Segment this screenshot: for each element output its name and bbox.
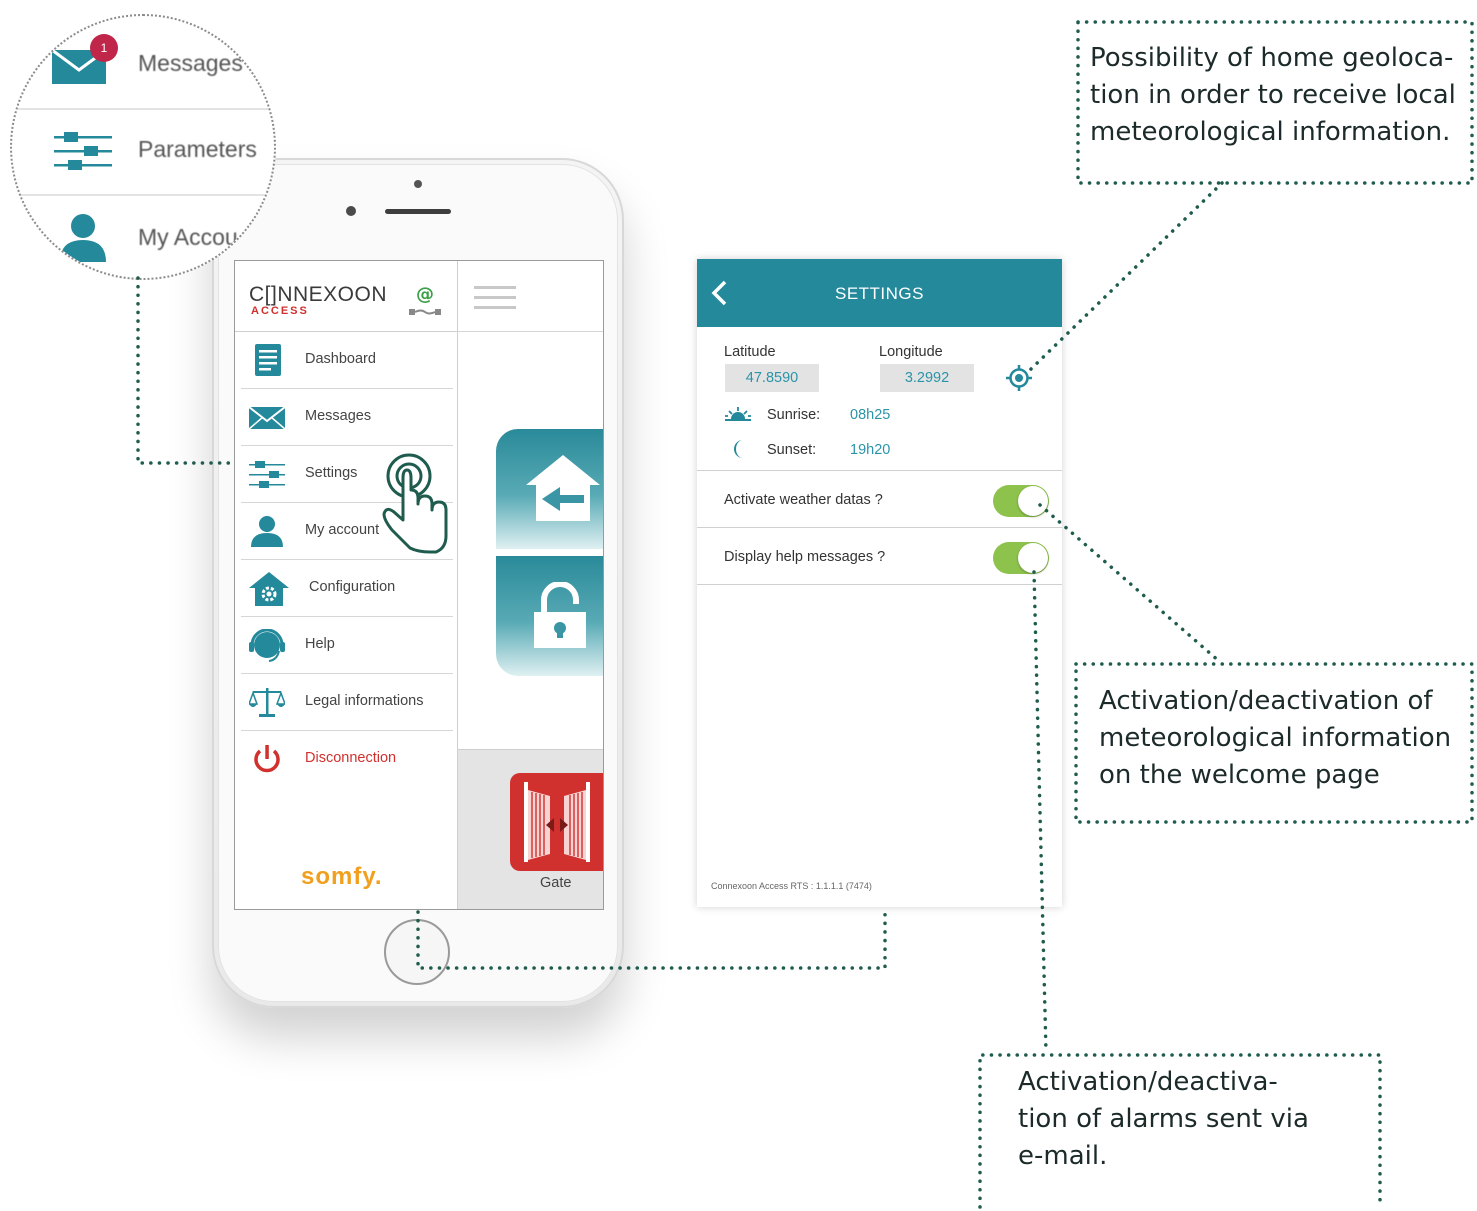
longitude-field[interactable]: 3.2992 [880, 364, 974, 392]
zoom-magnifier: 1 Messages Parameters My Accou [10, 14, 276, 280]
divider-weather [697, 527, 1062, 528]
latitude-field[interactable]: 47.8590 [725, 364, 819, 392]
zoom-divider-2 [12, 194, 274, 196]
power-icon [249, 743, 285, 775]
dashboard-icon [249, 344, 285, 376]
longitude-label: Longitude [879, 344, 943, 360]
callout-geo-line-3: meteorological information. [1090, 117, 1451, 147]
hamburger-icon[interactable] [474, 286, 516, 310]
house-arrow-icon [526, 455, 600, 521]
weather-toggle-knob [1018, 486, 1048, 516]
menu-label-my-account: My account [305, 522, 380, 538]
menu-item-help[interactable]: Help [241, 617, 453, 674]
settings-title: SETTINGS [834, 284, 924, 303]
gate-tile[interactable] [510, 773, 603, 871]
menu-label-dashboard: Dashboard [305, 351, 376, 367]
header-divider [458, 331, 603, 332]
house-gear-icon [249, 572, 289, 606]
phone-front-camera [346, 206, 356, 216]
sunset-label: Sunset: [767, 442, 817, 458]
settings-panel: SETTINGS Latitude 47.8590 Longitude 3.29… [697, 259, 1062, 907]
zoom-label-messages: Messages [138, 50, 243, 76]
menu-label-legal-informations: Legal informations [305, 693, 424, 709]
help-toggle-knob [1018, 543, 1048, 573]
callout-geo-line-1: Possibility of home geoloca- [1090, 43, 1454, 73]
menu-label-configuration: Configuration [309, 579, 396, 595]
sliders-icon [249, 458, 285, 490]
user-icon [58, 212, 108, 267]
menu-item-legal-informations[interactable]: Legal informations [241, 674, 453, 731]
zoom-label-parameters: Parameters [138, 136, 257, 162]
tile-house[interactable] [496, 429, 603, 549]
callout-geo-line-2: tion in order to receive local [1090, 80, 1456, 110]
settings-header: SETTINGS [697, 259, 1062, 327]
moon-icon [730, 439, 750, 459]
menu-item-settings[interactable]: Settings [241, 446, 453, 503]
callout-alarms-line-3: e-mail. [1018, 1141, 1108, 1171]
help-toggle-label: Display help messages ? [724, 549, 886, 565]
sunset-value: 19h20 [850, 442, 891, 458]
sunrise-icon [725, 405, 751, 423]
svg-text:@: @ [416, 284, 434, 305]
weather-toggle[interactable] [993, 485, 1049, 517]
callout-alarms-line-1: Activation/deactiva- [1018, 1067, 1278, 1097]
zoom-divider-1 [12, 108, 274, 110]
callout-geolocation: Possibility of home geoloca- tion in ord… [1090, 40, 1460, 151]
weather-toggle-label: Activate weather datas ? [724, 492, 883, 508]
crosshair-icon[interactable] [1006, 365, 1032, 391]
menu-label-messages: Messages [305, 408, 372, 424]
at-icon: @ [407, 283, 443, 317]
divider-help [697, 584, 1062, 585]
menu-item-my-account[interactable]: My account [241, 503, 453, 560]
menu-label-help: Help [305, 636, 335, 652]
app-screen: C[]NNEXOON ACCESS @ Dashboard Messages S… [234, 260, 604, 910]
version-text: Connexoon Access RTS : 1.1.1.1 (7474) [711, 881, 872, 891]
menu-label-disconnection: Disconnection [305, 750, 397, 766]
help-toggle[interactable] [993, 542, 1049, 574]
menu-label-settings: Settings [305, 465, 358, 481]
callout-weather: Activation/deactivation of meteorologica… [1099, 683, 1464, 794]
envelope-icon [248, 401, 286, 433]
callout-weather-line-2: meteorological information [1099, 723, 1452, 753]
latitude-label: Latitude [724, 344, 776, 360]
brand-subtitle: ACCESS [251, 305, 309, 317]
headset-icon [249, 628, 285, 662]
divider-location [697, 470, 1062, 471]
unlock-icon [534, 582, 586, 648]
tile-unlock[interactable] [496, 556, 603, 676]
callout-weather-line-1: Activation/deactivation of [1099, 686, 1433, 716]
scales-icon [247, 686, 287, 718]
home-preview: Gate [458, 261, 603, 909]
somfy-logo: somfy. [301, 863, 383, 890]
side-menu: C[]NNEXOON ACCESS @ Dashboard Messages S… [235, 261, 458, 909]
gate-label: Gate [540, 875, 572, 891]
menu-item-dashboard[interactable]: Dashboard [241, 332, 453, 389]
menu-item-messages[interactable]: Messages [241, 389, 453, 446]
phone-camera-dot [414, 180, 422, 188]
gate-icon [524, 782, 590, 862]
zoom-label-my-account: My Accou [138, 224, 238, 250]
phone-speaker [385, 209, 451, 214]
messages-badge: 1 [90, 34, 118, 62]
user-icon [249, 515, 285, 547]
sunrise-label: Sunrise: [767, 407, 821, 423]
sunrise-value: 08h25 [850, 407, 891, 423]
callout-weather-line-3: on the welcome page [1099, 760, 1380, 790]
menu-item-disconnection[interactable]: Disconnection [241, 731, 453, 787]
brand-logo: C[]NNEXOON [249, 283, 388, 306]
callout-alarms: Activation/deactiva- tion of alarms sent… [1018, 1064, 1358, 1175]
sliders-icon [54, 128, 112, 179]
phone-home-button[interactable] [384, 919, 450, 985]
menu-item-configuration[interactable]: Configuration [241, 560, 453, 617]
callout-alarms-line-2: tion of alarms sent via [1018, 1104, 1309, 1134]
